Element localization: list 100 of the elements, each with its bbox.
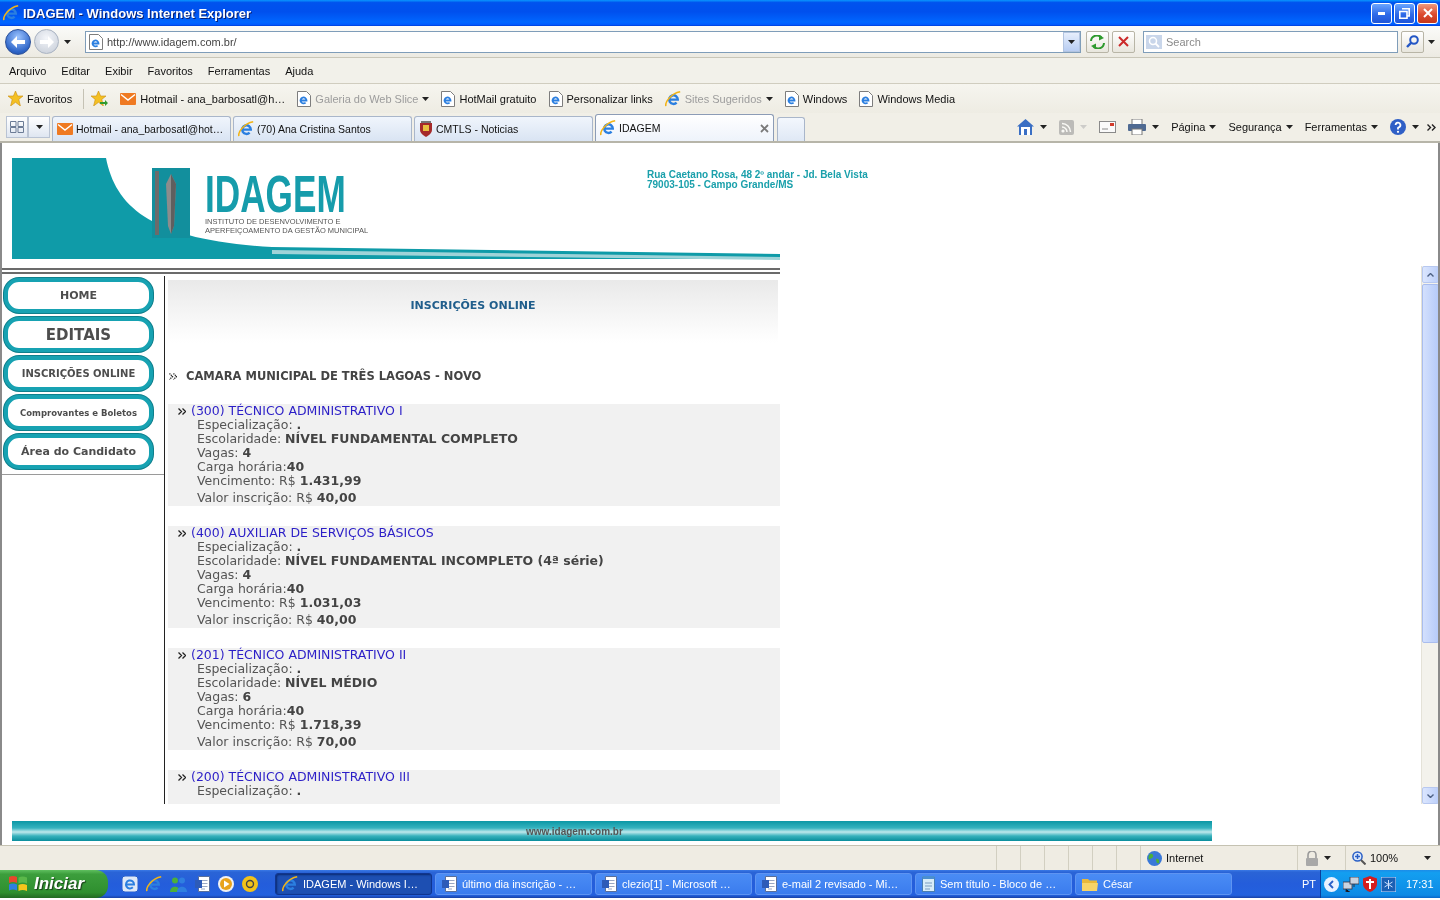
minimize-button[interactable]: [1371, 2, 1392, 24]
favorite-link[interactable]: Hotmail - ana_barbosatl@h…: [117, 90, 289, 107]
flag-icon: [8, 875, 28, 893]
caret-down-icon: [422, 96, 430, 101]
menu-item[interactable]: Editar: [54, 61, 98, 80]
notepad-icon: [922, 876, 935, 892]
window-title: IDAGEM - Windows Internet Explorer: [23, 5, 253, 21]
document-icon[interactable]: [195, 876, 210, 892]
menu-button[interactable]: Ferramentas: [1300, 119, 1382, 135]
double-chevron-icon: [178, 651, 186, 659]
tab[interactable]: CMTLS - Noticias: [414, 116, 593, 141]
address-dropdown-button[interactable]: [1063, 31, 1080, 52]
menu-item[interactable]: Arquivo: [2, 61, 54, 80]
shield-icon[interactable]: [1363, 876, 1377, 892]
menu-item[interactable]: Favoritos: [140, 61, 200, 80]
language-indicator[interactable]: PT: [1301, 878, 1316, 890]
more-icon[interactable]: [1427, 123, 1436, 131]
task-button[interactable]: César: [1075, 873, 1232, 895]
position-detail: Valor inscrição: R$ 70,00: [196, 735, 358, 749]
scrollbar-thumb[interactable]: [1422, 284, 1438, 643]
task-button[interactable]: Sem título - Bloco de …: [915, 873, 1072, 895]
nav-link[interactable]: INSCRIÇÕES ONLINE: [4, 356, 153, 391]
task-button[interactable]: clezio[1] - Microsoft …: [595, 873, 752, 895]
position-link[interactable]: (400) AUXILIAR DE SERVIÇOS BÁSICOS: [191, 526, 434, 540]
tab[interactable]: Hotmail - ana_barbosatl@hot…: [52, 116, 231, 141]
favorites-button[interactable]: Favoritos: [5, 89, 76, 108]
task-button[interactable]: último dia inscrição - …: [435, 873, 592, 895]
scroll-down-button[interactable]: [1422, 787, 1438, 804]
menu-item[interactable]: Exibir: [98, 61, 140, 80]
web-page-icon: [89, 33, 103, 50]
caret-down-icon: [35, 125, 43, 129]
start-button[interactable]: Iniciar: [0, 870, 108, 898]
position-detail: Vagas: 4: [196, 446, 253, 460]
tab[interactable]: IDAGEM: [595, 114, 774, 141]
zoom-button[interactable]: 100%: [1352, 851, 1399, 865]
close-icon: [1422, 8, 1433, 18]
star-add-icon: [91, 91, 109, 106]
menu-button[interactable]: Segurança: [1224, 119, 1297, 135]
refresh-button[interactable]: [1086, 30, 1109, 53]
menu-item[interactable]: Ferramentas: [200, 61, 278, 80]
star-icon: [8, 91, 23, 106]
caret-down-icon: [1371, 125, 1378, 129]
refresh-icon: [1090, 34, 1105, 49]
double-chevron-icon: [169, 372, 177, 380]
position-detail: Vencimento: R$ 1.718,39: [196, 718, 363, 732]
nav-link[interactable]: HOME: [4, 278, 153, 313]
search-icon: [1406, 35, 1419, 48]
scroll-up-button[interactable]: [1422, 266, 1438, 283]
arrow-right-icon: [39, 35, 54, 48]
web-page-icon: [548, 90, 563, 107]
footer-url: www.idagem.com.br: [526, 825, 623, 837]
browser-logo-icon: [282, 876, 298, 892]
task-button[interactable]: e-mail 2 revisado - Mi…: [755, 873, 912, 895]
play-icon[interactable]: [218, 876, 234, 892]
tab-list-button[interactable]: [28, 116, 50, 138]
caret-down-icon[interactable]: [1424, 856, 1432, 860]
disc-icon[interactable]: [242, 876, 258, 892]
position-detail: Especialização: .: [196, 418, 302, 432]
task-button[interactable]: IDAGEM - Windows I…: [275, 873, 432, 895]
address-field[interactable]: http://www.idagem.com.br/: [85, 30, 1081, 53]
position-link[interactable]: (200) TÉCNICO ADMINISTRATIVO III: [191, 770, 410, 784]
nav-link[interactable]: EDITAIS: [4, 317, 153, 352]
menu-item[interactable]: Ajuda: [278, 61, 321, 80]
caret-down-icon: [765, 96, 773, 101]
back-button[interactable]: [5, 28, 31, 55]
search-button[interactable]: [1401, 30, 1424, 53]
browser-logo-icon: [600, 120, 616, 136]
caret-down-icon[interactable]: [1324, 856, 1331, 860]
browser-logo-icon: [238, 121, 254, 137]
zoom-in-icon: [1352, 851, 1366, 865]
browser-logo-icon[interactable]: [146, 876, 162, 892]
favorite-link[interactable]: Personalizar links: [545, 88, 656, 109]
nav-link[interactable]: Área do Candidato: [4, 434, 153, 469]
position-detail: Carga horária:40: [196, 582, 306, 596]
tab[interactable]: (70) Ana Cristina Santos: [233, 116, 412, 141]
close-button[interactable]: [1417, 2, 1438, 24]
search-field[interactable]: Search: [1143, 30, 1398, 53]
browser-logo-icon: [664, 90, 681, 107]
menu-button[interactable]: Página: [1167, 119, 1221, 135]
chevron-left-icon[interactable]: [1324, 876, 1339, 892]
web-page-icon: [441, 90, 456, 107]
favorite-link[interactable]: Windows Media: [856, 88, 958, 109]
close-icon[interactable]: [760, 123, 769, 133]
web-page-icon[interactable]: [122, 876, 138, 892]
position-detail: Vencimento: R$ 1.431,99: [196, 474, 363, 488]
position-detail: Vagas: 6: [196, 690, 253, 704]
restore-button[interactable]: [1394, 2, 1415, 24]
nav-link[interactable]: Comprovantes e Boletos: [4, 395, 153, 430]
position-link[interactable]: (300) TÉCNICO ADMINISTRATIVO I: [191, 404, 403, 418]
scrollbar-track[interactable]: [1421, 266, 1438, 804]
address-line: Rua Caetano Rosa, 48 2º andar - Jd. Bela Vista: [647, 170, 868, 180]
favorite-link[interactable]: Windows: [781, 88, 851, 109]
stop-button[interactable]: [1112, 30, 1135, 53]
network-icon[interactable]: [1343, 876, 1359, 892]
logo-icon: [152, 168, 190, 238]
favorite-link[interactable]: HotMail gratuito: [438, 88, 540, 109]
position-link[interactable]: (201) TÉCNICO ADMINISTRATIVO II: [191, 648, 407, 662]
chevron-down-icon: [1427, 793, 1434, 798]
quick-tabs-button[interactable]: [6, 116, 28, 138]
app-icon[interactable]: [1381, 876, 1396, 892]
